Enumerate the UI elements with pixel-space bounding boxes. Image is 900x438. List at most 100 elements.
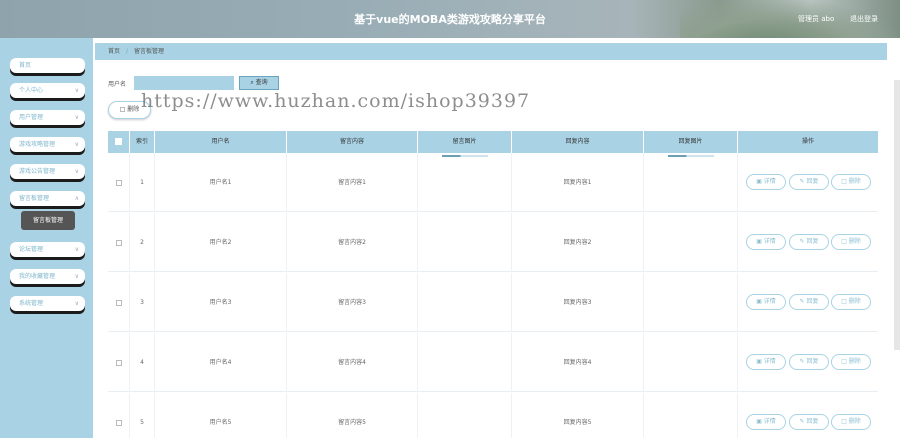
sidebar-item-guides[interactable]: 游戏攻略管理 ∨ (10, 137, 85, 152)
sidebar-item-label: 我的收藏管理 (19, 273, 56, 280)
edit-icon: ✎ (799, 238, 805, 245)
delete-button[interactable]: □ 删除 (831, 234, 871, 250)
trash-icon: □ (841, 238, 847, 245)
chevron-down-icon: ∨ (74, 246, 79, 253)
search-label: 用户名 (108, 81, 127, 88)
column-header-reply-image: 回复图片 (644, 131, 738, 153)
search-button-label: 查询 (255, 79, 268, 86)
delete-button[interactable]: □ 删除 (831, 414, 871, 430)
detail-button[interactable]: ▣ 详情 (746, 414, 786, 430)
top-header: 基于vue的MOBA类游戏攻略分享平台 管理员 abo 退出登录 (0, 0, 900, 38)
sidebar-item-messages[interactable]: 留言板管理 ∧ (10, 191, 85, 206)
detail-button[interactable]: ▣ 详情 (746, 234, 786, 250)
row-checkbox[interactable] (115, 179, 122, 186)
detail-button[interactable]: ▣ 详情 (746, 174, 786, 190)
cell-index: 5 (130, 393, 155, 438)
submenu-item-messages[interactable]: 留言板管理 (21, 211, 75, 230)
sidebar-item-users[interactable]: 用户管理 ∨ (10, 110, 85, 125)
row-checkbox[interactable] (115, 419, 122, 426)
reply-button[interactable]: ✎ 回复 (789, 354, 829, 370)
sidebar-item-label: 论坛管理 (19, 246, 44, 253)
select-all-checkbox[interactable] (115, 138, 122, 145)
sidebar-item-forum[interactable]: 论坛管理 ∨ (10, 242, 85, 257)
table-header: 索引 用户名 留言内容 留言图片 回复内容 回复图片 操作 (108, 131, 878, 153)
cell-reply-image (644, 213, 738, 272)
cell-reply: 回复内容5 (512, 393, 644, 438)
reply-button[interactable]: ✎ 回复 (789, 234, 829, 250)
logout-link[interactable]: 退出登录 (850, 14, 878, 24)
delete-button-label: 删除 (848, 298, 861, 305)
message-image-thumbnail (442, 155, 488, 157)
reply-button-label: 回复 (806, 178, 819, 185)
cell-index: 2 (130, 213, 155, 272)
edit-icon: ✎ (799, 178, 805, 185)
column-header-actions: 操作 (801, 138, 814, 145)
chevron-up-icon: ∧ (74, 195, 79, 202)
document-icon: ▣ (756, 358, 762, 365)
detail-button-label: 详情 (763, 178, 776, 185)
column-header-message: 留言内容 (287, 131, 418, 153)
cell-message: 留言内容1 (287, 153, 418, 212)
cell-message: 留言内容4 (287, 333, 418, 392)
cell-reply-image (644, 153, 738, 212)
cell-message-image (418, 213, 512, 272)
row-checkbox-cell[interactable] (108, 213, 130, 272)
sidebar: 首页 个人中心 ∨ 用户管理 ∨ 游戏攻略管理 ∨ 游戏公告管理 ∨ 留言板管理 ∧ 留言… (0, 38, 93, 438)
sidebar-item-system[interactable]: 系统管理 ∨ (10, 296, 85, 311)
watermark: https://www.huzhan.com/ishop39397 (141, 90, 531, 112)
row-checkbox-cell[interactable] (108, 333, 130, 392)
chevron-down-icon: ∨ (74, 168, 79, 175)
sidebar-item-notices[interactable]: 游戏公告管理 ∨ (10, 164, 85, 179)
sidebar-item-profile[interactable]: 个人中心 ∨ (10, 83, 85, 98)
sidebar-item-favorites[interactable]: 我的收藏管理 ∨ (10, 269, 85, 284)
cell-username: 用户名4 (155, 333, 287, 392)
cell-index: 1 (130, 153, 155, 212)
row-checkbox[interactable] (115, 239, 122, 246)
detail-button-label: 详情 (763, 358, 776, 365)
site-title: 基于vue的MOBA类游戏攻略分享平台 (354, 13, 546, 26)
username-search-input[interactable] (134, 76, 234, 90)
row-checkbox-cell[interactable] (108, 393, 130, 438)
trash-icon: □ (841, 178, 847, 185)
cell-reply: 回复内容2 (512, 213, 644, 272)
vertical-scrollbar[interactable] (894, 80, 900, 350)
detail-button[interactable]: ▣ 详情 (746, 294, 786, 310)
sidebar-item-label: 系统管理 (19, 300, 44, 307)
delete-button-label: 删除 (848, 418, 861, 425)
cell-reply-image (644, 273, 738, 332)
cell-reply-image (644, 393, 738, 438)
reply-button[interactable]: ✎ 回复 (789, 414, 829, 430)
reply-button[interactable]: ✎ 回复 (789, 294, 829, 310)
breadcrumb: 首页 / 留言板管理 (95, 43, 887, 60)
select-all-checkbox-cell[interactable] (108, 131, 130, 153)
reply-button[interactable]: ✎ 回复 (789, 174, 829, 190)
table-row: 5 用户名5 留言内容5 回复内容5 ▣ 详情 ✎ 回复 □ 删除 (108, 393, 878, 438)
column-header-message-image: 留言图片 (418, 131, 512, 153)
delete-button[interactable]: □ 删除 (831, 294, 871, 310)
sidebar-item-home[interactable]: 首页 (10, 58, 85, 73)
detail-button-label: 详情 (763, 298, 776, 305)
delete-button[interactable]: □ 删除 (831, 354, 871, 370)
cell-index: 3 (130, 273, 155, 332)
cell-username: 用户名1 (155, 153, 287, 212)
reply-button-label: 回复 (806, 418, 819, 425)
document-icon: ▣ (756, 298, 762, 305)
document-icon: ▣ (756, 238, 762, 245)
cell-message-image (418, 393, 512, 438)
detail-button-label: 详情 (763, 418, 776, 425)
breadcrumb-separator: / (126, 48, 129, 55)
breadcrumb-home[interactable]: 首页 (108, 48, 120, 55)
row-checkbox-cell[interactable] (108, 273, 130, 332)
search-button[interactable]: ⌕ 查询 (239, 76, 279, 90)
cell-username: 用户名5 (155, 393, 287, 438)
edit-icon: ✎ (799, 358, 805, 365)
reply-button-label: 回复 (806, 298, 819, 305)
cell-message-image (418, 273, 512, 332)
detail-button[interactable]: ▣ 详情 (746, 354, 786, 370)
row-checkbox[interactable] (115, 359, 122, 366)
row-checkbox[interactable] (115, 299, 122, 306)
delete-button[interactable]: □ 删除 (831, 174, 871, 190)
trash-icon: □ (841, 358, 847, 365)
row-checkbox-cell[interactable] (108, 153, 130, 212)
delete-button-label: 删除 (127, 106, 140, 113)
